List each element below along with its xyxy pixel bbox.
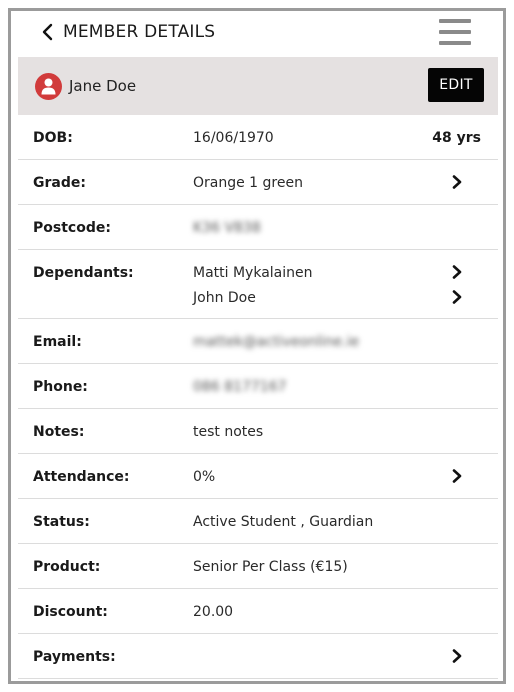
grade-value: Orange 1 green: [193, 175, 303, 191]
attendance-value: 0%: [193, 469, 216, 485]
edit-button[interactable]: EDIT: [428, 68, 484, 102]
email-value: mattek@activeonline.ie: [193, 334, 360, 350]
status-value: Active Student , Guardian: [193, 514, 374, 530]
member-details-list: DOB: 16/06/1970 48 yrs Grade: Orange 1 g…: [18, 115, 498, 679]
dob-row: DOB: 16/06/1970 48 yrs: [18, 115, 498, 160]
product-value: Senior Per Class (€15): [193, 559, 348, 575]
dependants-row: Dependants: Matti Mykalainen John Doe: [18, 250, 498, 319]
avatar: [35, 73, 62, 100]
hamburger-menu-icon: [439, 19, 471, 23]
status-label: Status:: [33, 514, 90, 530]
chevron-right-icon[interactable]: [451, 265, 463, 279]
grade-label: Grade:: [33, 175, 86, 191]
notes-label: Notes:: [33, 424, 85, 440]
dob-value: 16/06/1970: [193, 130, 274, 146]
chevron-left-icon: [41, 23, 53, 41]
phone-value: 086 8177167: [193, 379, 287, 395]
member-name: Jane Doe: [69, 77, 137, 95]
user-icon: [41, 78, 56, 95]
chevron-right-icon[interactable]: [451, 290, 463, 304]
chevron-right-icon[interactable]: [451, 469, 463, 483]
menu-button[interactable]: [439, 19, 471, 45]
attendance-label: Attendance:: [33, 469, 130, 485]
postcode-row: Postcode: K36 V838: [18, 205, 498, 250]
postcode-value: K36 V838: [193, 220, 261, 236]
grade-row[interactable]: Grade: Orange 1 green: [18, 160, 498, 205]
discount-value: 20.00: [193, 604, 234, 620]
top-bar: MEMBER DETAILS: [11, 11, 503, 57]
discount-row: Discount: 20.00: [18, 589, 498, 634]
postcode-label: Postcode:: [33, 220, 111, 236]
age-value: 48 yrs: [432, 130, 481, 146]
chevron-right-icon[interactable]: [451, 175, 463, 189]
product-row: Product: Senior Per Class (€15): [18, 544, 498, 589]
attendance-row[interactable]: Attendance: 0%: [18, 454, 498, 499]
payments-label: Payments:: [33, 649, 116, 665]
discount-label: Discount:: [33, 604, 108, 620]
payments-row[interactable]: Payments:: [18, 634, 498, 679]
phone-label: Phone:: [33, 379, 88, 395]
status-row: Status: Active Student , Guardian: [18, 499, 498, 544]
back-button[interactable]: [41, 23, 53, 41]
dependants-label: Dependants:: [33, 265, 134, 281]
notes-value: test notes: [193, 424, 264, 440]
dependant-item[interactable]: Matti Mykalainen: [193, 265, 313, 281]
chevron-right-icon[interactable]: [451, 649, 463, 663]
dob-label: DOB:: [33, 130, 73, 146]
page-title: MEMBER DETAILS: [63, 22, 216, 42]
member-header: Jane Doe EDIT: [18, 57, 498, 115]
email-row: Email: mattek@activeonline.ie: [18, 319, 498, 364]
phone-row: Phone: 086 8177167: [18, 364, 498, 409]
app-frame: MEMBER DETAILS Jane Doe EDIT DOB: 16/06/…: [8, 8, 506, 684]
dependant-item[interactable]: John Doe: [193, 290, 256, 306]
product-label: Product:: [33, 559, 101, 575]
notes-row: Notes: test notes: [18, 409, 498, 454]
email-label: Email:: [33, 334, 82, 350]
